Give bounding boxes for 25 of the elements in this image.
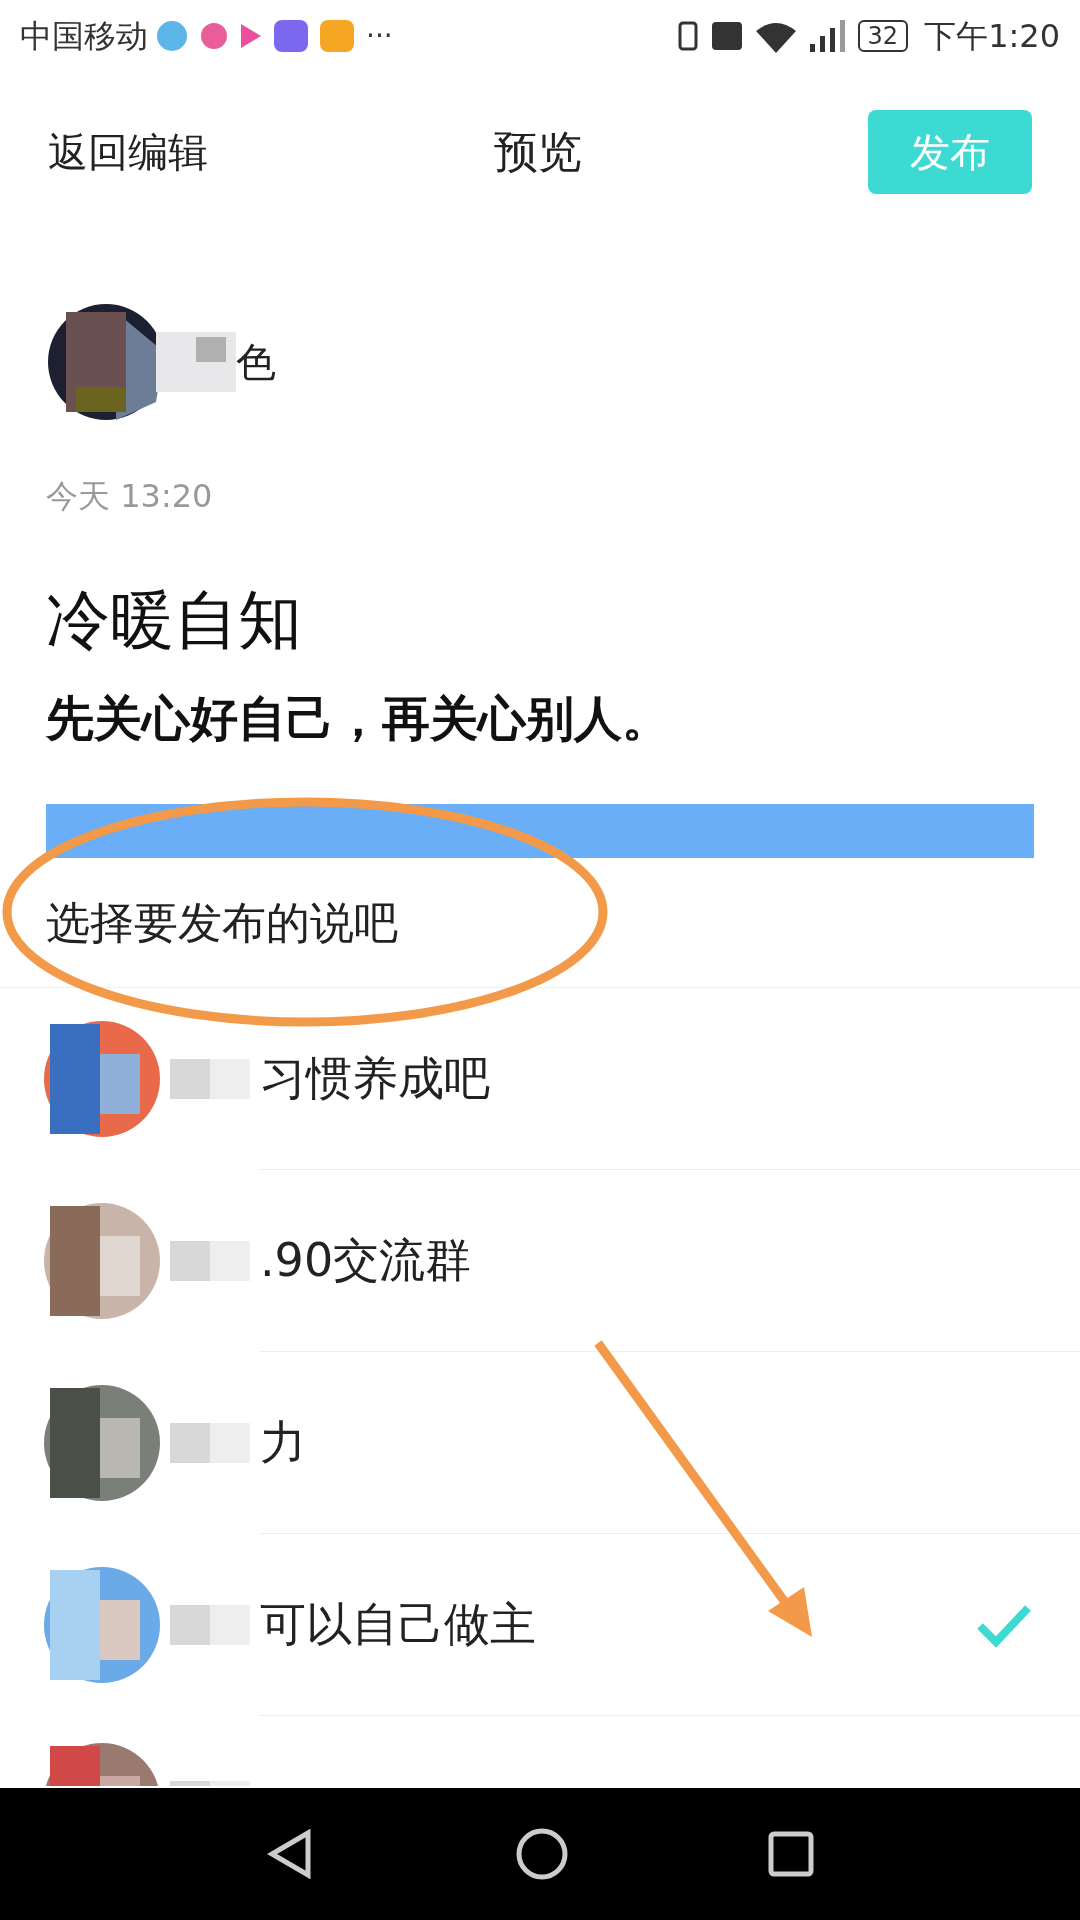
vibrate-icon xyxy=(677,21,698,51)
author-name: 色 xyxy=(236,338,276,387)
section-label: 选择要发布的说吧 xyxy=(46,895,398,950)
group-name: 习惯养成吧 xyxy=(260,1050,490,1107)
group-name: 力 xyxy=(260,1414,306,1471)
app-icon xyxy=(274,20,308,52)
back-link[interactable]: 返回编辑 xyxy=(48,122,208,182)
post-body: 先关心好自己，再关心别人。 xyxy=(46,689,671,748)
post-title: 冷暖自知 xyxy=(46,582,303,659)
battery-level: 32 xyxy=(857,20,909,52)
page-title: 预览 xyxy=(494,125,582,179)
app-icon xyxy=(320,20,354,52)
signal-icon xyxy=(809,20,846,52)
more-indicator: ··· xyxy=(366,18,393,54)
post-time: 今天 13:20 xyxy=(46,476,214,517)
recents-icon[interactable] xyxy=(768,1831,814,1877)
play-icon xyxy=(240,23,262,49)
carrier-name: 中国移动 xyxy=(20,16,148,57)
hd-icon xyxy=(711,22,742,50)
app-icon xyxy=(200,22,228,50)
group-name: 可以自己做主 xyxy=(260,1596,536,1653)
home-icon[interactable] xyxy=(516,1828,568,1880)
clock-time: 下午1:20 xyxy=(924,16,1060,57)
app-icon xyxy=(156,20,188,52)
group-name: .90交流群 xyxy=(260,1232,472,1289)
